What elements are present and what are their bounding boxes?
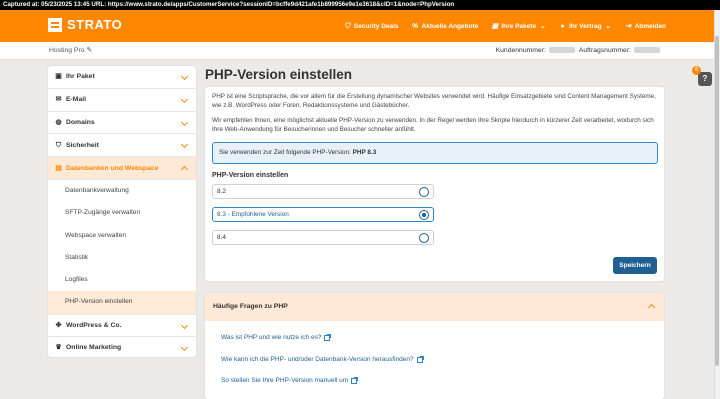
mail-icon: ✉ [55, 96, 62, 104]
chevron-down-icon [180, 321, 189, 329]
sidebar-item-online-marketing[interactable]: ♛ Online Marketing [48, 337, 196, 357]
help-button[interactable]: ? [698, 72, 712, 86]
sidebar-sub-logfiles[interactable]: Logfiles [48, 269, 196, 291]
chevron-down-icon: ⌄ [605, 22, 612, 30]
radio-button-selected[interactable] [419, 210, 429, 220]
strato-logo-icon [48, 17, 62, 32]
sub-header: Hosting Pro ✎ Kundennummer: Auftragsnumme… [0, 42, 714, 60]
chevron-down-icon [180, 95, 189, 103]
wordpress-icon: ✤ [55, 321, 62, 329]
pencil-icon[interactable]: ✎ [86, 47, 92, 54]
top-navigation: STRATO ⛉ Security Deals % Aktuelle Angebot… [0, 10, 714, 42]
faq-card: Häufige Fragen zu PHP Was ist PHP und wi… [205, 293, 664, 399]
trophy-icon: ♛ [55, 343, 62, 351]
php-settings-card: PHP ist eine Scriptsprache, die vor alle… [205, 87, 664, 281]
nav-ihre-pakete[interactable]: ▣ Ihre Pakete ⌄ [491, 23, 546, 30]
scrollbar-thumb[interactable] [715, 36, 719, 366]
user-icon: ● [560, 22, 565, 30]
radio-button[interactable] [419, 233, 429, 243]
box-icon: ▣ [491, 22, 499, 30]
sidebar-item-sicherheit[interactable]: ⛉ Sicherheit [48, 134, 196, 158]
chevron-up-icon [647, 303, 656, 312]
sidebar-sub-php-version[interactable]: PHP-Version einstellen [48, 291, 196, 314]
sidebar-item-ihr-paket[interactable]: ▣ Ihr Paket [48, 66, 196, 89]
current-version: PHP 8.3 [352, 149, 377, 156]
capture-banner: Captured at: 05/23/2025 13:45 URL: https… [0, 0, 720, 10]
faq-link-2[interactable]: Wie kann ich die PHP- und/oder Datenbank… [221, 355, 424, 363]
strato-logo[interactable]: STRATO [48, 17, 122, 32]
chevron-down-icon [180, 118, 189, 126]
chevron-down-icon: ⌄ [539, 22, 546, 30]
faq-link-1[interactable]: Was ist PHP und wie nutze ich es? [221, 333, 332, 341]
sidebar-sub-webspace[interactable]: Webspace verwalten [48, 225, 196, 247]
intro-paragraph-1: PHP ist eine Scriptsprache, die vor alle… [212, 93, 656, 109]
external-link-icon [324, 333, 332, 341]
current-version-notice: Sie verwenden zur Zeit folgende PHP-Vers… [212, 142, 658, 164]
page-title: PHP-Version einstellen [205, 67, 353, 82]
sidebar-sub-datenbankverwaltung[interactable]: Datenbankverwaltung [48, 180, 196, 202]
faq-link-3[interactable]: So stellen Sie Ihre PHP-Version manuell … [221, 376, 359, 384]
shield-icon: ⛉ [344, 22, 350, 30]
chevron-up-icon [180, 166, 189, 174]
database-icon: ▤ [55, 164, 62, 172]
php-option-8-2[interactable]: 8.2 [212, 184, 434, 199]
box-icon: ▣ [55, 73, 62, 81]
sidebar-sub-sftp[interactable]: SFTP-Zugänge verwalten [48, 202, 196, 224]
shield-icon: ⛉ [55, 141, 62, 149]
save-button[interactable]: Speichern [613, 257, 657, 274]
chevron-down-icon [180, 72, 189, 81]
logo-text: STRATO [67, 17, 123, 32]
customer-info: Kundennummer: Auftragsnummer: [496, 42, 664, 60]
sidebar-item-datenbanken[interactable]: ▤ Datenbanken und Webspace [48, 157, 196, 180]
php-option-8-4[interactable]: 8.4 [212, 230, 434, 245]
globe-icon: ◍ [55, 118, 62, 126]
chevron-down-icon [180, 343, 189, 351]
nav-aktuelle-angebote[interactable]: % Aktuelle Angebote [411, 22, 478, 30]
chevron-down-icon [180, 141, 189, 149]
sidebar-item-wordpress[interactable]: ✤ WordPress & Co. [48, 313, 196, 337]
customer-number-redacted [548, 47, 575, 54]
sidebar: ▣ Ihr Paket ✉ E-Mail ◍ Domains ⛉ Sicherheit … [48, 66, 196, 357]
notification-badge: 6 [692, 66, 701, 75]
nav-ihr-vertrag[interactable]: ● Ihr Vertrag ⌄ [559, 23, 612, 30]
intro-paragraph-2: Wir empfehlen Ihnen, eine möglichst aktu… [212, 117, 654, 133]
nav-abmelden[interactable]: ⇥ Abmelden [625, 23, 666, 30]
faq-header[interactable]: Häufige Fragen zu PHP [205, 293, 664, 321]
nav-security-deals[interactable]: ⛉ Security Deals [344, 23, 399, 30]
section-title: PHP-Version einstellen [212, 172, 289, 179]
sidebar-item-domains[interactable]: ◍ Domains [48, 112, 196, 135]
php-option-8-3[interactable]: 8.3 - Empfohlene Version [212, 207, 434, 222]
order-number-redacted [634, 47, 660, 54]
percent-icon: % [411, 22, 419, 30]
logout-icon: ⇥ [625, 22, 632, 30]
sidebar-item-email[interactable]: ✉ E-Mail [48, 89, 196, 112]
external-link-icon [416, 355, 424, 363]
external-link-icon [351, 376, 359, 384]
sidebar-sub-statistik[interactable]: Statistik [48, 247, 196, 269]
radio-button[interactable] [419, 187, 429, 197]
package-name[interactable]: Hosting Pro ✎ [49, 42, 92, 60]
